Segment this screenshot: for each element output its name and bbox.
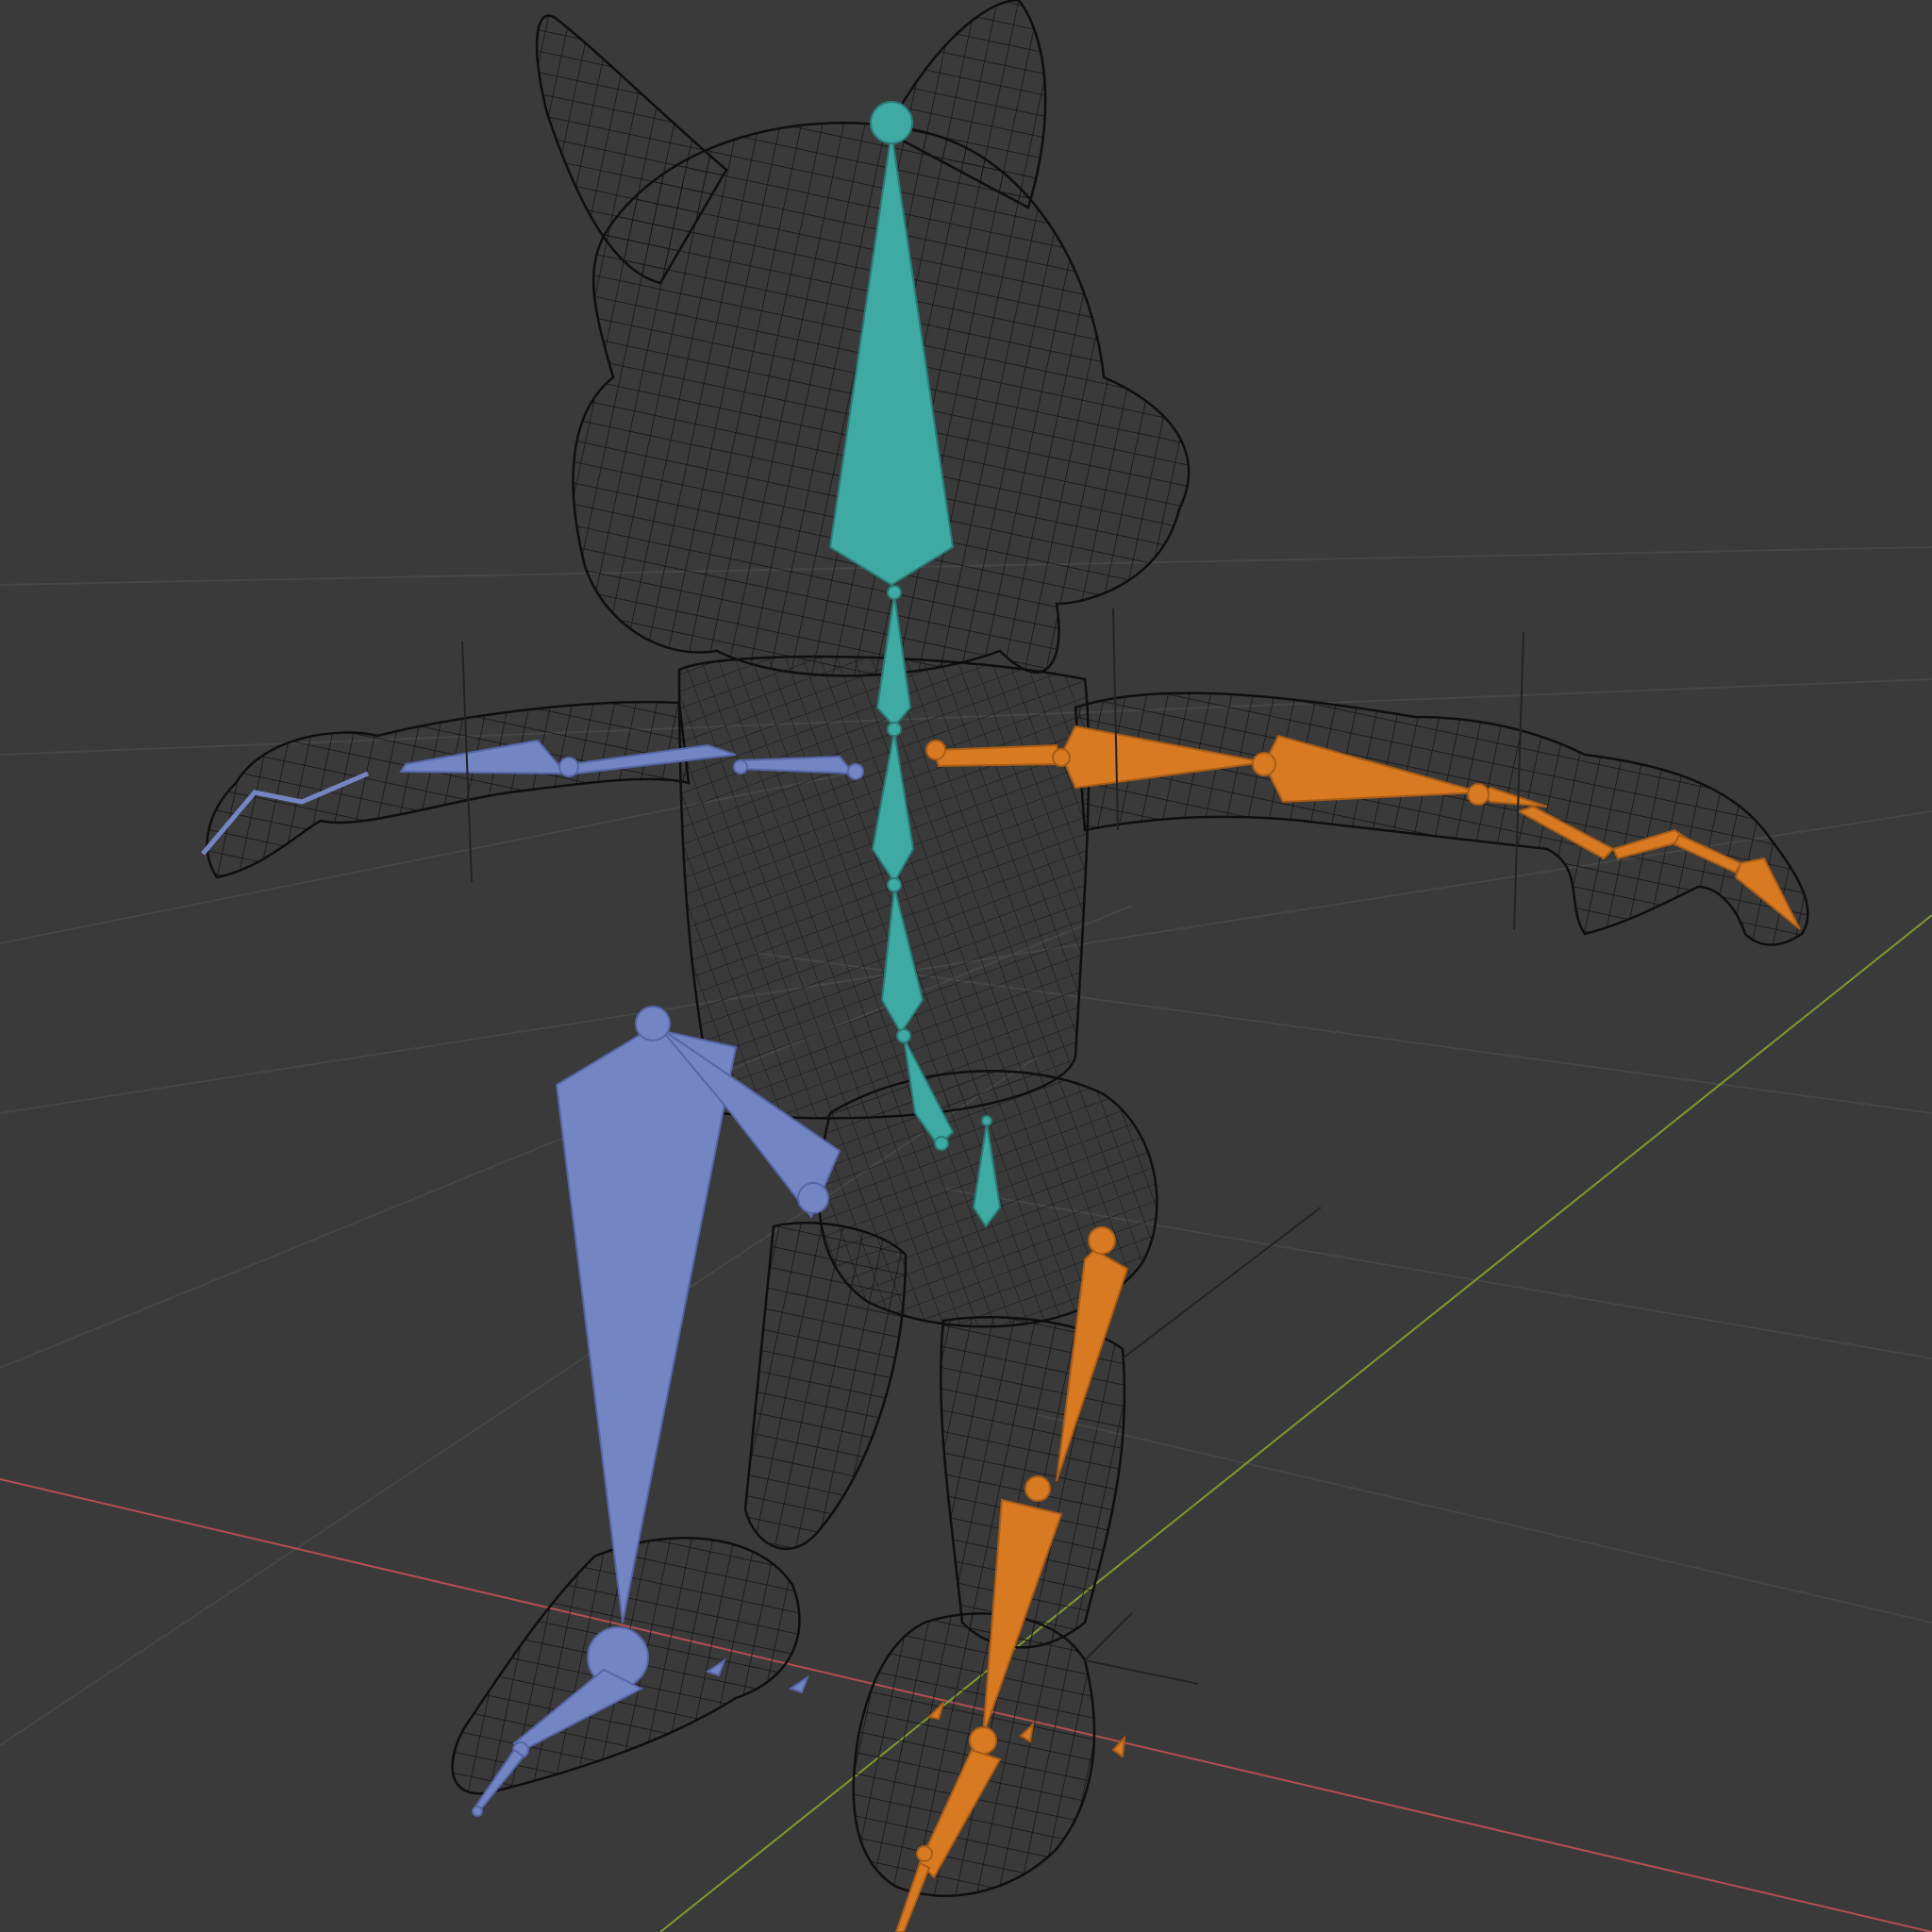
bone-joint-chest[interactable] [887,722,902,737]
bone-right-shoulder[interactable] [932,743,1063,768]
bone-joint-left-wrist[interactable] [733,759,748,774]
bone-joint-right-shoulder[interactable] [925,740,946,760]
bone-joint-right-elbow[interactable] [1052,748,1071,767]
bone-joint-hips[interactable] [896,1028,911,1043]
bone-joint-right-wrist[interactable] [1467,783,1490,806]
bone-joint-left-elbow[interactable] [558,757,579,777]
bone-joint-left-shoulder[interactable] [847,763,864,780]
bone-joint-pelvis[interactable] [934,1136,949,1151]
bone-joint-right-knee[interactable] [1024,1475,1051,1502]
bone-left-thigh[interactable] [555,1026,738,1624]
bone-joint-tail[interactable] [981,1115,992,1126]
bone-joint-spine[interactable] [887,877,902,892]
viewport-scene[interactable] [0,0,1932,1932]
bone-joint-left-hip[interactable] [635,1006,671,1041]
bone-joint-right-forearm[interactable] [1252,752,1276,776]
3d-viewport[interactable] [0,0,1932,1932]
bone-joint-right-toe[interactable] [916,1845,933,1862]
bone-joint-left-knee[interactable] [797,1182,829,1214]
bone-joint-neck[interactable] [887,585,902,600]
bone-left-ik-small[interactable] [788,1674,810,1694]
bone-joint-left-toe-tip[interactable] [472,1806,483,1817]
bone-joint-right-hip[interactable] [1088,1226,1116,1255]
bone-joint-head-tip[interactable] [870,101,913,144]
